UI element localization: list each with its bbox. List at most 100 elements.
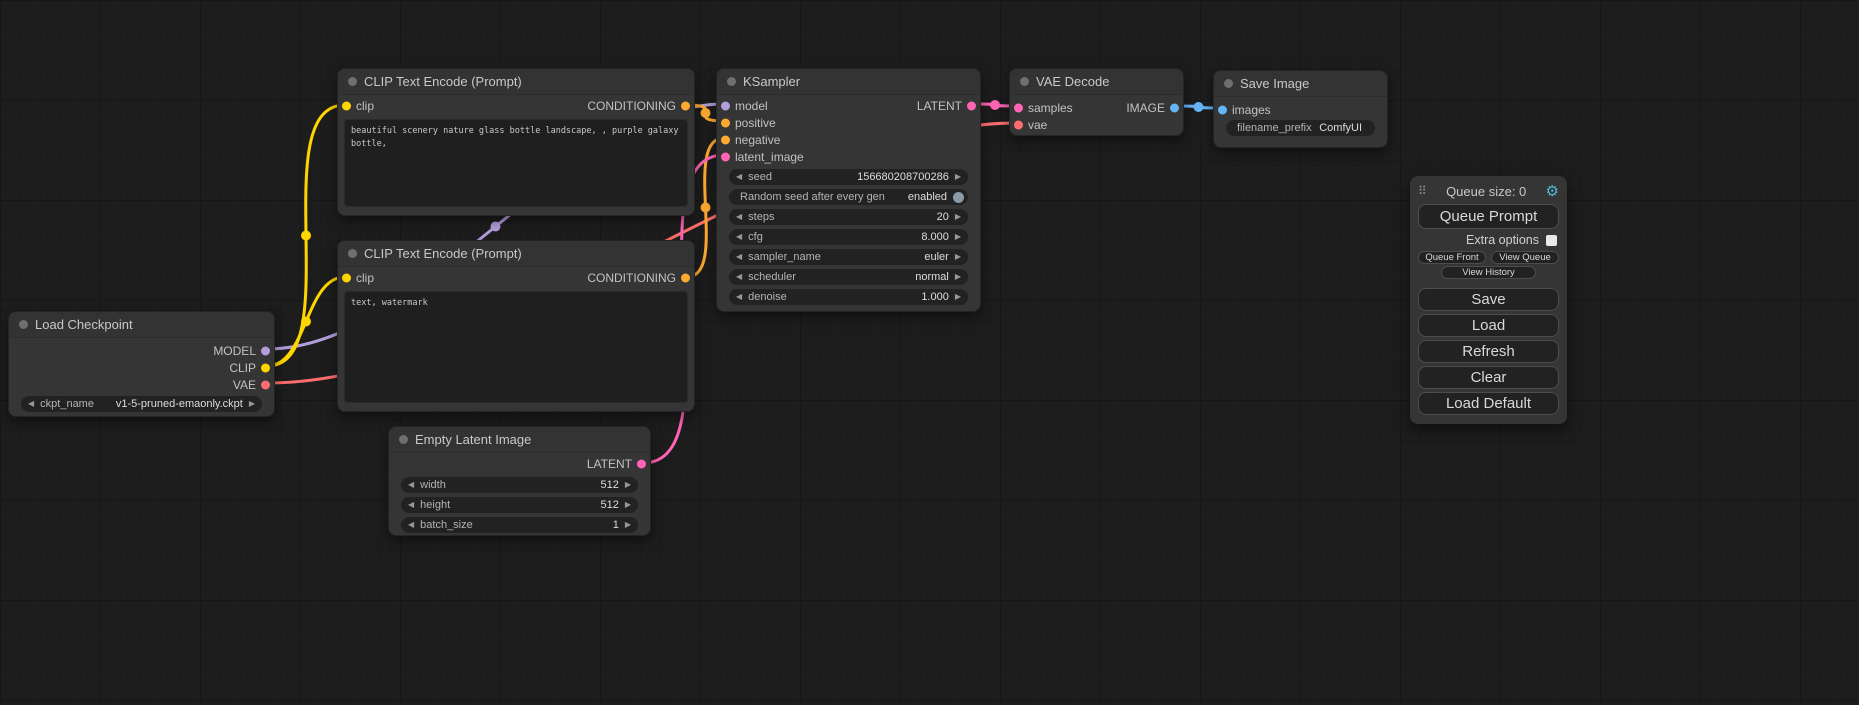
decrement-arrow-icon[interactable]: ◀ — [736, 293, 742, 301]
decrement-arrow-icon[interactable]: ◀ — [28, 400, 34, 408]
node-header[interactable]: CLIP Text Encode (Prompt) — [338, 241, 694, 267]
collapse-dot-icon[interactable] — [348, 249, 357, 258]
widget-steps[interactable]: ◀ steps 20 ▶ — [729, 209, 968, 225]
input-port-clip[interactable] — [342, 102, 351, 111]
input-label-negative: negative — [735, 133, 780, 147]
queue-front-button[interactable]: Queue Front — [1418, 251, 1486, 264]
view-queue-button[interactable]: View Queue — [1491, 251, 1559, 264]
collapse-dot-icon[interactable] — [727, 77, 736, 86]
input-port-negative[interactable] — [721, 135, 730, 144]
increment-arrow-icon[interactable]: ▶ — [955, 253, 961, 261]
widget-height[interactable]: ◀ height 512 ▶ — [401, 497, 638, 513]
output-port-latent[interactable] — [967, 101, 976, 110]
collapse-dot-icon[interactable] — [348, 77, 357, 86]
increment-arrow-icon[interactable]: ▶ — [955, 293, 961, 301]
node-header[interactable]: Empty Latent Image — [389, 427, 650, 453]
increment-arrow-icon[interactable]: ▶ — [955, 173, 961, 181]
collapse-dot-icon[interactable] — [1020, 77, 1029, 86]
node-header[interactable]: KSampler — [717, 69, 980, 95]
widget-label: sampler_name — [748, 251, 821, 263]
widget-random-seed-toggle[interactable]: Random seed after every gen enabled — [729, 189, 968, 205]
load-button[interactable]: Load — [1418, 314, 1559, 337]
link-midpoint-dot[interactable] — [701, 108, 711, 118]
input-port-images[interactable] — [1218, 105, 1227, 114]
increment-arrow-icon[interactable]: ▶ — [249, 400, 255, 408]
save-button[interactable]: Save — [1418, 288, 1559, 311]
decrement-arrow-icon[interactable]: ◀ — [736, 273, 742, 281]
settings-gear-icon[interactable]: ⚙ — [1546, 184, 1559, 199]
increment-arrow-icon[interactable]: ▶ — [625, 521, 631, 529]
node-vae-decode[interactable]: VAE Decode samples IMAGE vae — [1009, 68, 1184, 136]
drag-handle-icon[interactable]: ⠿ — [1418, 184, 1427, 198]
node-empty-latent-image[interactable]: Empty Latent Image LATENT ◀ width 512 ▶ … — [388, 426, 651, 536]
node-header[interactable]: Load Checkpoint — [9, 312, 274, 338]
input-port-samples[interactable] — [1014, 103, 1023, 112]
decrement-arrow-icon[interactable]: ◀ — [408, 521, 414, 529]
widget-width[interactable]: ◀ width 512 ▶ — [401, 477, 638, 493]
node-load-checkpoint[interactable]: Load Checkpoint MODEL CLIP VAE ◀ ckpt_na… — [8, 311, 275, 417]
widget-ckpt-name[interactable]: ◀ ckpt_name v1-5-pruned-emaonly.ckpt ▶ — [21, 396, 262, 412]
widget-label: denoise — [748, 291, 787, 303]
widget-filename-prefix[interactable]: filename_prefix ComfyUI — [1226, 120, 1375, 136]
output-port-conditioning[interactable] — [681, 102, 690, 111]
view-history-button[interactable]: View History — [1441, 266, 1537, 279]
widget-batch-size[interactable]: ◀ batch_size 1 ▶ — [401, 517, 638, 533]
toggle-knob-icon[interactable] — [953, 192, 964, 203]
increment-arrow-icon[interactable]: ▶ — [625, 481, 631, 489]
node-header[interactable]: CLIP Text Encode (Prompt) — [338, 69, 694, 95]
decrement-arrow-icon[interactable]: ◀ — [408, 481, 414, 489]
prompt-textarea[interactable]: beautiful scenery nature glass bottle la… — [344, 119, 688, 207]
output-port-latent[interactable] — [637, 460, 646, 469]
link-midpoint-dot[interactable] — [990, 100, 1000, 110]
node-header[interactable]: VAE Decode — [1010, 69, 1183, 95]
decrement-arrow-icon[interactable]: ◀ — [736, 233, 742, 241]
widget-cfg[interactable]: ◀ cfg 8.000 ▶ — [729, 229, 968, 245]
decrement-arrow-icon[interactable]: ◀ — [736, 253, 742, 261]
queue-prompt-button[interactable]: Queue Prompt — [1418, 204, 1559, 229]
link-midpoint-dot[interactable] — [491, 222, 501, 232]
prompt-textarea[interactable]: text, watermark — [344, 291, 688, 403]
load-default-button[interactable]: Load Default — [1418, 392, 1559, 415]
input-port-clip[interactable] — [342, 274, 351, 283]
increment-arrow-icon[interactable]: ▶ — [955, 233, 961, 241]
widget-scheduler[interactable]: ◀ scheduler normal ▶ — [729, 269, 968, 285]
output-port-image[interactable] — [1170, 103, 1179, 112]
clear-button[interactable]: Clear — [1418, 366, 1559, 389]
input-port-latent-image[interactable] — [721, 152, 730, 161]
increment-arrow-icon[interactable]: ▶ — [955, 213, 961, 221]
node-clip-text-encode-negative[interactable]: CLIP Text Encode (Prompt) clip CONDITION… — [337, 240, 695, 412]
decrement-arrow-icon[interactable]: ◀ — [736, 213, 742, 221]
node-save-image[interactable]: Save Image images filename_prefix ComfyU… — [1213, 70, 1388, 148]
widget-seed[interactable]: ◀ seed 156680208700286 ▶ — [729, 169, 968, 185]
input-label-vae: vae — [1028, 118, 1047, 132]
node-title: CLIP Text Encode (Prompt) — [364, 246, 522, 261]
node-ksampler[interactable]: KSampler model LATENT positive negative … — [716, 68, 981, 312]
link-midpoint-dot[interactable] — [701, 203, 711, 213]
decrement-arrow-icon[interactable]: ◀ — [408, 501, 414, 509]
input-port-model[interactable] — [721, 101, 730, 110]
input-label-model: model — [735, 99, 768, 113]
widget-denoise[interactable]: ◀ denoise 1.000 ▶ — [729, 289, 968, 305]
refresh-button[interactable]: Refresh — [1418, 340, 1559, 363]
extra-options-checkbox[interactable] — [1546, 235, 1557, 246]
link-midpoint-dot[interactable] — [301, 317, 311, 327]
output-port-clip[interactable] — [261, 363, 270, 372]
increment-arrow-icon[interactable]: ▶ — [955, 273, 961, 281]
collapse-dot-icon[interactable] — [19, 320, 28, 329]
output-port-model[interactable] — [261, 346, 270, 355]
widget-sampler-name[interactable]: ◀ sampler_name euler ▶ — [729, 249, 968, 265]
collapse-dot-icon[interactable] — [1224, 79, 1233, 88]
input-label-samples: samples — [1028, 101, 1073, 115]
increment-arrow-icon[interactable]: ▶ — [625, 501, 631, 509]
widget-label: ckpt_name — [40, 398, 94, 410]
decrement-arrow-icon[interactable]: ◀ — [736, 173, 742, 181]
link-midpoint-dot[interactable] — [1194, 102, 1204, 112]
collapse-dot-icon[interactable] — [399, 435, 408, 444]
node-header[interactable]: Save Image — [1214, 71, 1387, 97]
output-port-vae[interactable] — [261, 380, 270, 389]
node-clip-text-encode-positive[interactable]: CLIP Text Encode (Prompt) clip CONDITION… — [337, 68, 695, 216]
link-midpoint-dot[interactable] — [301, 231, 311, 241]
input-port-vae[interactable] — [1014, 120, 1023, 129]
input-port-positive[interactable] — [721, 118, 730, 127]
output-port-conditioning[interactable] — [681, 274, 690, 283]
